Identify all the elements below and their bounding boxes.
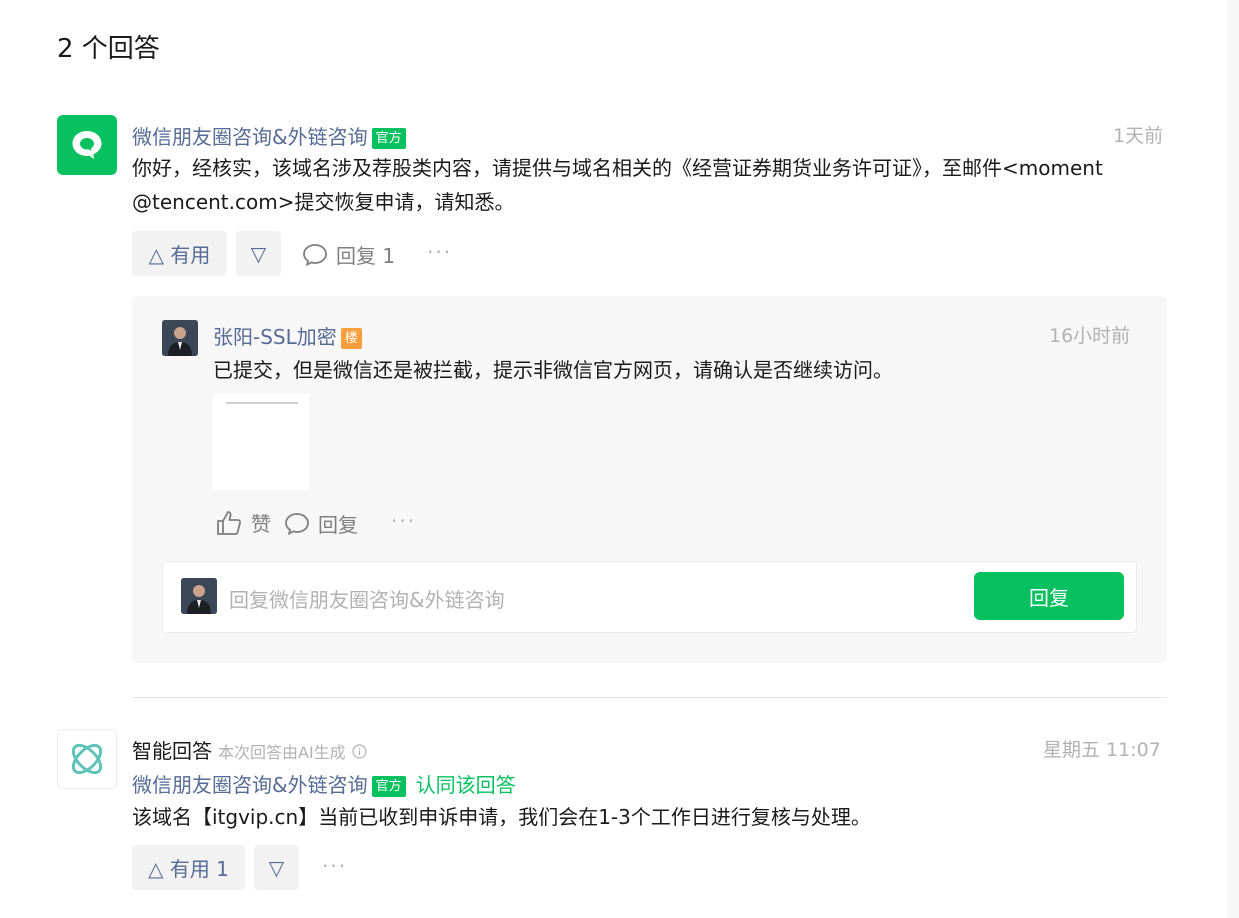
ai-answer-endorser: 微信朋友圈咨询&外链咨询 官方 认同该回答 <box>132 769 516 798</box>
downvote-button[interactable]: ▽ <box>236 231 281 276</box>
reply-input-placeholder: 回复微信朋友圈咨询&外链咨询 <box>229 588 505 612</box>
official-badge: 官方 <box>371 776 406 797</box>
useful-button[interactable]: △ 有用 <box>132 231 227 276</box>
ai-avatar <box>57 729 117 789</box>
comment-more-button[interactable]: ··· <box>391 509 416 533</box>
agree-label: 认同该回答 <box>415 773 516 797</box>
answer1-header: 微信朋友圈咨询&外链咨询 官方 <box>132 121 406 150</box>
answer1-author[interactable]: 微信朋友圈咨询&外链咨询 <box>132 125 368 149</box>
person-photo-icon <box>162 320 198 356</box>
ai-generated-note: 本次回答由AI生成 <box>218 743 346 762</box>
ai-answer-text: 该域名【itgvip.cn】当前已收到申诉申请，我们会在1-3个工作日进行复核与… <box>132 805 871 829</box>
scrollbar[interactable] <box>1227 0 1239 918</box>
comment-reply-label: 回复 <box>318 513 358 537</box>
ai-useful-button[interactable]: △ 有用 1 <box>132 845 245 890</box>
info-circle-icon[interactable] <box>352 744 367 759</box>
comment-header: 张阳-SSL加密楼 <box>213 321 362 350</box>
current-user-avatar <box>181 578 217 614</box>
comment-image-thumbnail[interactable] <box>213 394 309 490</box>
reply-count-label: 回复 1 <box>336 244 396 268</box>
ai-orbit-icon <box>71 743 103 775</box>
comment-reply-button[interactable]: 回复 <box>284 509 358 538</box>
like-label: 赞 <box>251 512 271 536</box>
comment-time: 16小时前 <box>1049 325 1131 347</box>
speech-bubble-icon <box>285 512 309 535</box>
floor-badge: 楼 <box>340 328 362 349</box>
more-button[interactable]: ··· <box>427 240 452 264</box>
answer1-time: 1天前 <box>1113 125 1164 147</box>
like-button[interactable]: 赞 <box>215 508 271 537</box>
official-badge: 官方 <box>371 128 406 149</box>
ai-answer-title: 智能回答 <box>132 739 212 763</box>
ai-more-button[interactable]: ··· <box>322 854 347 878</box>
person-photo-icon <box>181 578 217 614</box>
answer1-text-line2: @tencent.com>提交恢复申请，请知悉。 <box>132 190 515 214</box>
official-avatar[interactable] <box>57 115 117 175</box>
commenter-avatar[interactable] <box>162 320 198 356</box>
ai-answer-time: 星期五 11:07 <box>1043 739 1161 761</box>
ai-answer-author[interactable]: 微信朋友圈咨询&外链咨询 <box>132 773 368 797</box>
speech-bubble-icon <box>303 243 327 266</box>
answers-count: 2 个回答 <box>57 34 160 64</box>
comment-author[interactable]: 张阳-SSL加密 <box>213 325 337 349</box>
wechat-bubble-icon <box>72 131 102 159</box>
comment-text: 已提交，但是微信还是被拦截，提示非微信官方网页，请确认是否继续访问。 <box>213 358 893 382</box>
ai-answer-header: 智能回答 本次回答由AI生成 <box>132 735 367 764</box>
answer1-text-line1: 你好，经核实，该域名涉及荐股类内容，请提供与域名相关的《经营证券期货业务许可证》… <box>132 156 1103 180</box>
reply-submit-button[interactable]: 回复 <box>974 572 1124 620</box>
ai-downvote-button[interactable]: ▽ <box>254 845 299 890</box>
reply-count-button[interactable]: 回复 1 <box>302 240 395 269</box>
answer-divider <box>132 697 1167 698</box>
thumbs-up-icon <box>217 510 242 535</box>
